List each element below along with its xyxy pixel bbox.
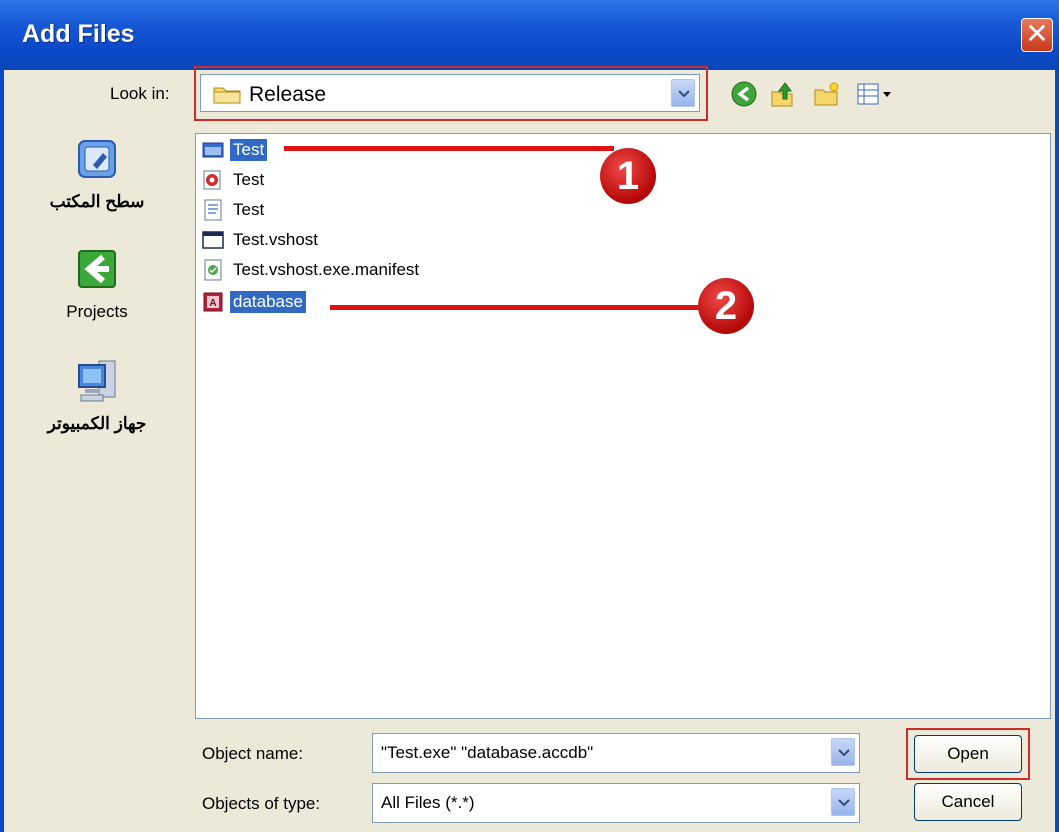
file-name: Test [230,139,268,161]
up-folder-icon[interactable] [768,80,796,108]
window-icon [202,231,224,249]
object-name-input[interactable]: "Test.exe" "database.accdb" [372,733,860,773]
window-border-left [0,70,4,832]
file-name: Test [233,170,265,189]
file-name: Test.vshost [233,230,319,249]
object-name-value: "Test.exe" "database.accdb" [381,743,594,762]
callout-badge-1: 1 [600,148,656,204]
place-label-desktop: سطح المكتب [49,192,145,211]
svg-text:A: A [209,298,216,309]
open-button[interactable]: Open [914,735,1022,773]
list-item[interactable]: Test.vshost.exe.manifest [202,256,422,284]
look-in-value: Release [249,83,327,106]
window-title: Add Files [22,20,135,48]
places-bar: سطح المكتب Projects جهاز الكمبيوتر [22,135,172,815]
access-db-icon: A [203,292,223,312]
computer-icon [78,360,116,402]
back-arrow-icon [78,250,116,288]
list-item[interactable]: Test [202,196,267,224]
place-label-projects: Projects [66,302,128,321]
callout-badge-2: 2 [698,278,754,334]
close-button[interactable]: ✕ [1021,18,1053,52]
object-name-label: Object name: [202,744,304,763]
look-in-dropdown[interactable]: Release [200,74,700,112]
chevron-down-icon[interactable] [831,738,855,766]
file-name: Test.vshost.exe.manifest [233,260,420,279]
back-icon[interactable] [730,80,758,108]
views-menu-icon[interactable] [856,80,894,108]
chevron-down-icon[interactable] [831,788,855,816]
manifest-icon [204,259,222,281]
file-name: Test [233,200,265,219]
list-item[interactable]: Test.vshost [202,226,321,254]
pdb-icon [203,170,221,190]
chevron-down-icon[interactable] [671,79,695,107]
list-item[interactable]: Test [202,136,268,164]
objects-of-type-label: Objects of type: [202,794,321,813]
title-bar: Add Files ✕ [0,0,1059,70]
new-folder-icon[interactable] [812,80,840,108]
config-icon [204,199,222,221]
list-item[interactable]: A database [202,288,306,316]
cancel-button[interactable]: Cancel [914,783,1022,821]
file-list[interactable]: Test Test Test Test.vshost Test.vshost.e… [195,133,1051,719]
objects-of-type-dropdown[interactable]: All Files (*.*) [372,783,860,823]
look-in-label: Look in: [110,84,170,103]
list-item[interactable]: Test [202,166,267,194]
folder-icon [213,87,241,104]
place-desktop[interactable]: سطح المكتب [22,135,172,212]
objects-of-type-value: All Files (*.*) [381,793,475,812]
exe-icon [202,142,224,158]
place-projects[interactable]: Projects [22,245,172,322]
window-border-right [1055,70,1059,832]
add-files-dialog: Add Files ✕ Look in: Release سطح المكتب … [0,0,1059,832]
place-label-computer: جهاز الكمبيوتر [47,414,147,433]
file-name: database [230,291,306,313]
place-computer[interactable]: جهاز الكمبيوتر [22,357,172,434]
callout-line-1 [284,146,614,151]
desktop-icon [78,140,116,178]
callout-line-2 [330,305,710,310]
